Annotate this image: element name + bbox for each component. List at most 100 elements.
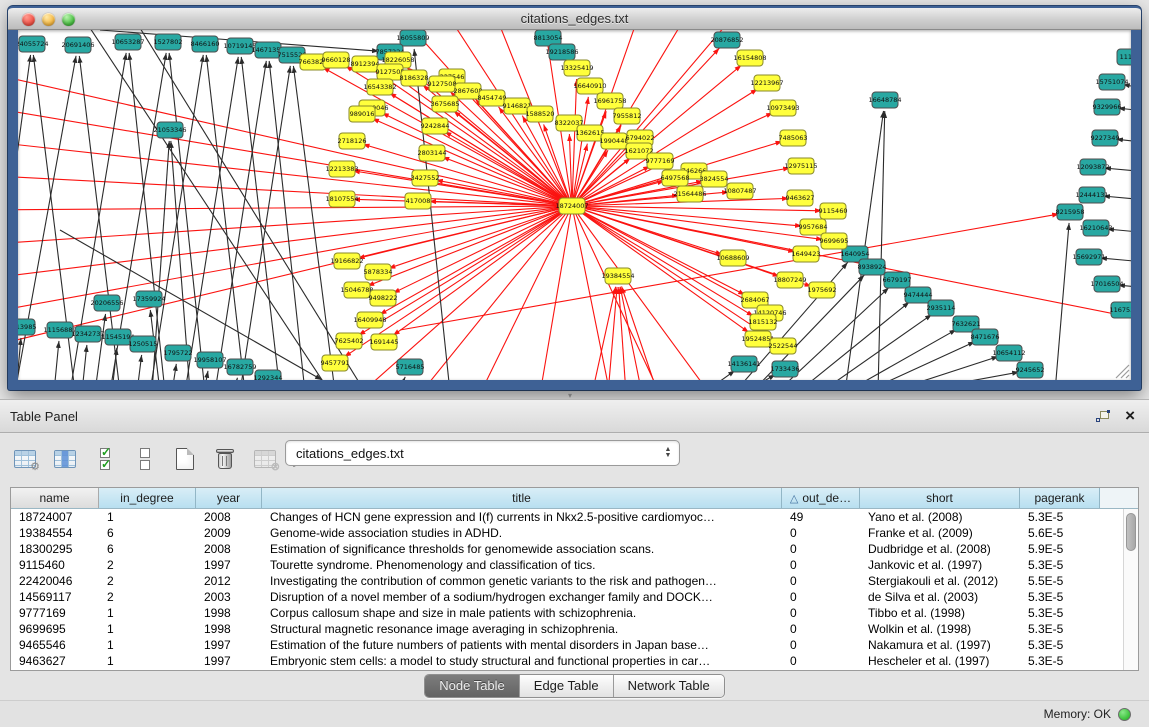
graph-node[interactable]: 9660128 <box>322 52 351 68</box>
graph-node[interactable]: 9777169 <box>646 153 675 169</box>
graph-node[interactable]: 19958107 <box>193 352 226 368</box>
graph-node[interactable]: 12342737 <box>71 326 104 342</box>
graph-node[interactable]: 1649423 <box>792 246 821 262</box>
graph-node[interactable]: 16543382 <box>363 79 396 95</box>
table-row[interactable]: 946554611997Estimation of the future num… <box>11 637 1123 653</box>
graph-node[interactable]: 9115460 <box>819 203 848 219</box>
graph-node[interactable]: 16782759 <box>223 359 256 375</box>
memory-ok-indicator[interactable] <box>1118 708 1131 721</box>
graph-node[interactable]: 8471676 <box>971 329 1000 345</box>
zoom-window-button[interactable] <box>62 13 75 26</box>
graph-node[interactable]: 1588520 <box>526 106 555 122</box>
graph-node[interactable]: 21564486 <box>673 186 706 202</box>
column-header-in_degree[interactable]: in_degree <box>99 488 196 508</box>
graph-node[interactable]: 12213383 <box>325 161 358 177</box>
graph-node[interactable]: 16210643 <box>1079 220 1112 236</box>
graph-node[interactable]: 16648784 <box>868 92 901 108</box>
graph-node[interactable]: 16640910 <box>573 78 606 94</box>
table-row[interactable]: 1938455462009Genome-wide association stu… <box>11 525 1123 541</box>
graph-node[interactable]: 8466160 <box>191 36 220 52</box>
graph-node[interactable]: 417008 <box>405 193 431 209</box>
graph-node[interactable]: 9457791 <box>321 355 350 371</box>
graph-node[interactable]: 9242844 <box>421 118 450 134</box>
graph-node[interactable]: 9463627 <box>786 190 815 206</box>
column-header-pagerank[interactable]: pagerank <box>1020 488 1100 508</box>
column-header-short[interactable]: short <box>860 488 1020 508</box>
close-panel-icon[interactable]: × <box>1125 409 1135 423</box>
table-row[interactable]: 977716911998Corpus callosum shape and si… <box>11 605 1123 621</box>
graph-node[interactable]: 19384554 <box>601 268 634 284</box>
graph-node[interactable]: 19218586 <box>545 44 578 60</box>
table-row[interactable]: 911546021997Tourette syndrome. Phenomeno… <box>11 557 1123 573</box>
delete-table-button[interactable]: ⊗ <box>250 444 280 474</box>
graph-node[interactable]: 11117 <box>1117 49 1131 65</box>
column-header-out_de[interactable]: △out_de… <box>782 488 860 508</box>
graph-node[interactable]: 16055809 <box>396 30 429 46</box>
graph-node[interactable]: 17016504 <box>1090 276 1123 292</box>
graph-node[interactable]: 20206556 <box>90 295 123 311</box>
graph-node[interactable]: 9699695 <box>820 233 849 249</box>
graph-node[interactable]: 20691406 <box>61 37 94 53</box>
table-row[interactable]: 969969511998Structural magnetic resonanc… <box>11 621 1123 637</box>
window-titlebar[interactable]: citations_edges.txt <box>8 6 1141 30</box>
graph-node[interactable]: 2718126 <box>338 133 367 149</box>
graph-node[interactable]: 10688609 <box>716 250 749 266</box>
unselect-all-button[interactable] <box>130 444 160 474</box>
graph-node[interactable]: 16154808 <box>733 50 766 66</box>
graph-node[interactable]: 21053346 <box>153 122 186 138</box>
graph-node[interactable]: 15692971 <box>1072 249 1105 265</box>
graph-node[interactable]: 20876852 <box>710 32 743 48</box>
tab-node-table[interactable]: Node Table <box>425 675 520 697</box>
table-row[interactable]: 946362711997Embryonic stem cells: a mode… <box>11 653 1123 669</box>
delete-column-button[interactable] <box>210 444 240 474</box>
graph-node[interactable]: 9957684 <box>799 219 828 235</box>
column-header-title[interactable]: title <box>262 488 782 508</box>
graph-node[interactable]: 1527802 <box>154 34 183 50</box>
graph-node[interactable]: 9498222 <box>369 290 398 306</box>
graph-node[interactable]: 2935114 <box>927 300 956 316</box>
graph-node[interactable]: 1250515 <box>129 336 158 352</box>
table-row[interactable]: 1456911722003Disruption of a novel membe… <box>11 589 1123 605</box>
graph-node[interactable]: 2803144 <box>418 145 447 161</box>
graph-node[interactable]: 3427552 <box>411 170 440 186</box>
graph-node[interactable]: 8938924 <box>858 259 887 275</box>
graph-node[interactable]: 12975115 <box>784 158 817 174</box>
graph-node[interactable]: 2522544 <box>769 338 798 354</box>
graph-node[interactable]: 8186328 <box>400 70 429 86</box>
graph-node[interactable]: 5878334 <box>364 264 393 280</box>
graph-node[interactable]: 24055724 <box>18 36 49 52</box>
graph-node[interactable]: 1795722 <box>164 345 193 361</box>
table-row[interactable]: 2242004622012Investigating the contribut… <box>11 573 1123 589</box>
graph-node[interactable]: 10807487 <box>723 183 756 199</box>
minimize-window-button[interactable] <box>42 13 55 26</box>
network-graph[interactable]: 2405572420691406106532871527802846616010… <box>18 30 1131 380</box>
graph-node[interactable]: 1975692 <box>808 282 837 298</box>
graph-node[interactable]: 1691445 <box>370 334 399 350</box>
graph-node[interactable]: 1292344 <box>254 370 283 380</box>
graph-node[interactable]: 9329966 <box>1093 99 1122 115</box>
graph-node[interactable]: 989016 <box>349 106 375 122</box>
scrollbar-thumb[interactable] <box>1126 513 1136 551</box>
graph-node[interactable]: 7955812 <box>613 108 642 124</box>
graph-node[interactable]: 7625402 <box>335 333 364 349</box>
graph-node[interactable]: 19166822 <box>330 253 363 269</box>
graph-node[interactable]: 10654112 <box>992 345 1025 361</box>
tab-edge-table[interactable]: Edge Table <box>520 675 614 697</box>
graph-node[interactable]: 12093872 <box>1076 159 1109 175</box>
graph-node[interactable]: 10973493 <box>766 100 799 116</box>
network-canvas[interactable]: 2405572420691406106532871527802846616010… <box>18 30 1131 380</box>
graph-node[interactable]: 1733436 <box>771 361 800 377</box>
graph-node[interactable]: 18107554 <box>325 191 358 207</box>
table-settings-button[interactable]: ⚙ <box>10 444 40 474</box>
graph-node[interactable]: 1815132 <box>749 314 778 330</box>
close-window-button[interactable] <box>22 13 35 26</box>
graph-node[interactable]: 16409948 <box>353 312 386 328</box>
show-column-button[interactable] <box>50 444 80 474</box>
vertical-scrollbar[interactable] <box>1123 509 1138 670</box>
graph-node[interactable]: 8215958 <box>1056 204 1085 220</box>
tab-network-table[interactable]: Network Table <box>614 675 724 697</box>
graph-node[interactable]: 15751074 <box>1095 74 1128 90</box>
graph-node[interactable]: 1167533 <box>1110 302 1131 318</box>
graph-node[interactable]: 5716485 <box>396 359 425 375</box>
graph-node[interactable]: 6679197 <box>883 272 912 288</box>
